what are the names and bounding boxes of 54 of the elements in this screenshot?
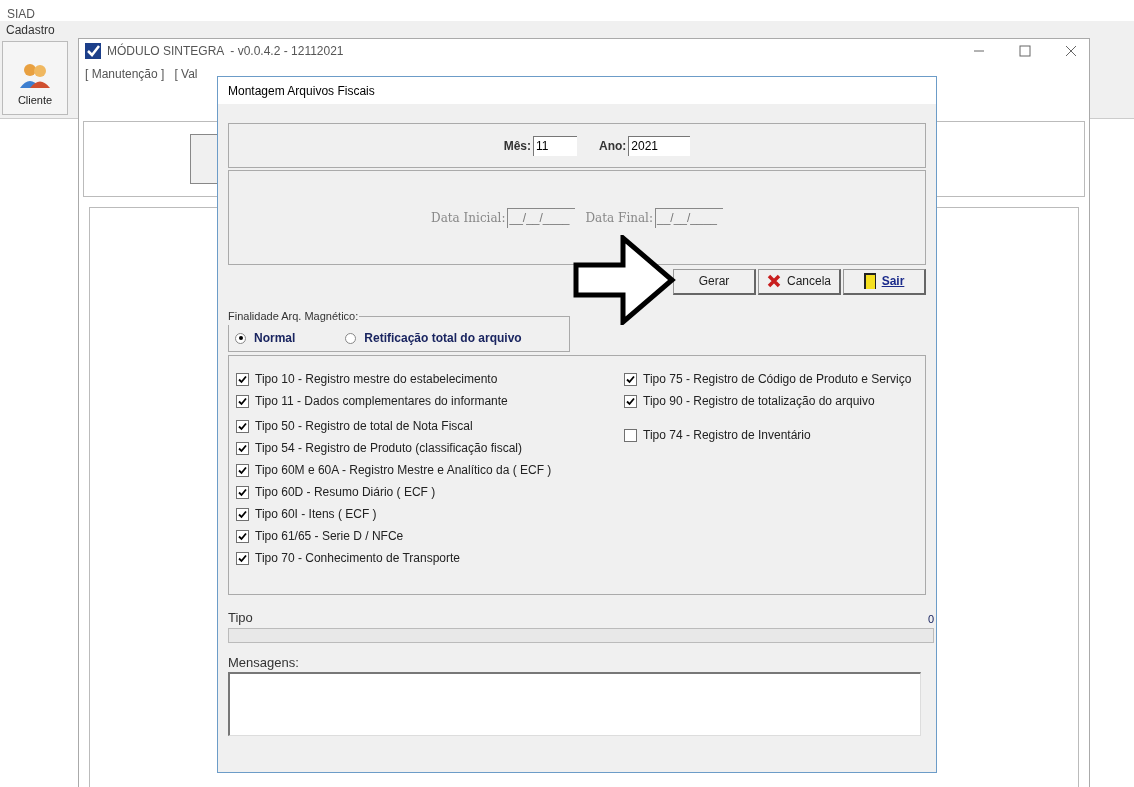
end-date-label: Data Final: [585,209,653,227]
checkbox-label: Tipo 54 - Registro de Produto (classificação fiscal) [255,440,522,457]
app-title: SIAD [7,6,35,23]
menu-item[interactable]: Cadastro [6,21,55,39]
checkmark-icon [85,43,101,59]
menu-item[interactable]: [ Manutenção ] [85,65,165,83]
checkbox[interactable] [236,372,249,386]
checkbox-label: Tipo 60M e 60A - Registro Mestre e Analítico da ( ECF ) [255,462,552,479]
checkbox-label: Tipo 10 - Registro mestre do estabelecimento [255,371,498,388]
checkbox[interactable] [236,463,249,477]
radio-button[interactable] [345,332,357,344]
radio-button[interactable] [235,332,246,344]
checkbox-label: Tipo 70 - Conhecimento de Transporte [255,550,460,567]
window-title: MÓDULO SINTEGRA - v0.0.4.2 - 12112021 [107,42,344,60]
dialog-title: Montagem Arquivos Fiscais [228,82,375,100]
generate-button[interactable]: Gerar [673,268,756,295]
checkbox-label: Tipo 75 - Registro de Código de Produto e Serviço [643,371,912,388]
checkbox[interactable] [236,394,249,408]
progress-label: Tipo [228,609,253,627]
checkbox[interactable] [236,507,249,521]
menu-item[interactable]: [ Val [174,65,198,83]
cancel-button[interactable]: Cancela [758,268,841,295]
close-icon[interactable] [1065,45,1077,57]
month-field[interactable]: 11 [533,135,577,156]
checkbox-label: Tipo 60I - Itens ( ECF ) [255,506,377,523]
checkbox-label: Tipo 74 - Registro de Inventário [643,427,811,444]
checkbox[interactable] [624,428,637,442]
year-label: Ano: [599,137,627,155]
x-icon [767,274,781,288]
radio-label: Normal [254,330,296,347]
checkbox[interactable] [236,441,249,455]
toolbar-button[interactable]: Cliente [2,41,68,115]
exit-button[interactable]: Sair [843,268,926,295]
start-date-label: Data Inicial: [431,209,506,227]
radio-label: Retificação total do arquivo [364,330,522,347]
checkbox-label: Tipo 60D - Resumo Diário ( ECF ) [255,484,436,501]
checkbox[interactable] [236,485,249,499]
checkbox[interactable] [236,529,249,543]
progress-count: 0 [927,612,934,627]
door-icon [863,273,876,289]
checkbox[interactable] [236,551,249,565]
messages-field[interactable] [228,672,921,736]
people-icon [20,61,50,88]
month-label: Mês: [503,137,531,155]
checkbox-label: Tipo 50 - Registro de total de Nota Fiscal [255,418,473,435]
maximize-icon[interactable] [1019,45,1031,57]
checkbox-label: Tipo 90 - Registro de totalização do arquivo [643,393,875,410]
checkbox[interactable] [624,372,637,386]
checkbox-label: Tipo 11 - Dados complementares do informante [255,393,508,410]
checkbox[interactable] [236,419,249,433]
checkbox[interactable] [624,394,637,408]
year-field[interactable]: 2021 [628,135,691,156]
messages-label: Mensagens: [228,653,300,672]
checkbox-label: Tipo 61/65 - Serie D / NFCe [255,528,404,545]
